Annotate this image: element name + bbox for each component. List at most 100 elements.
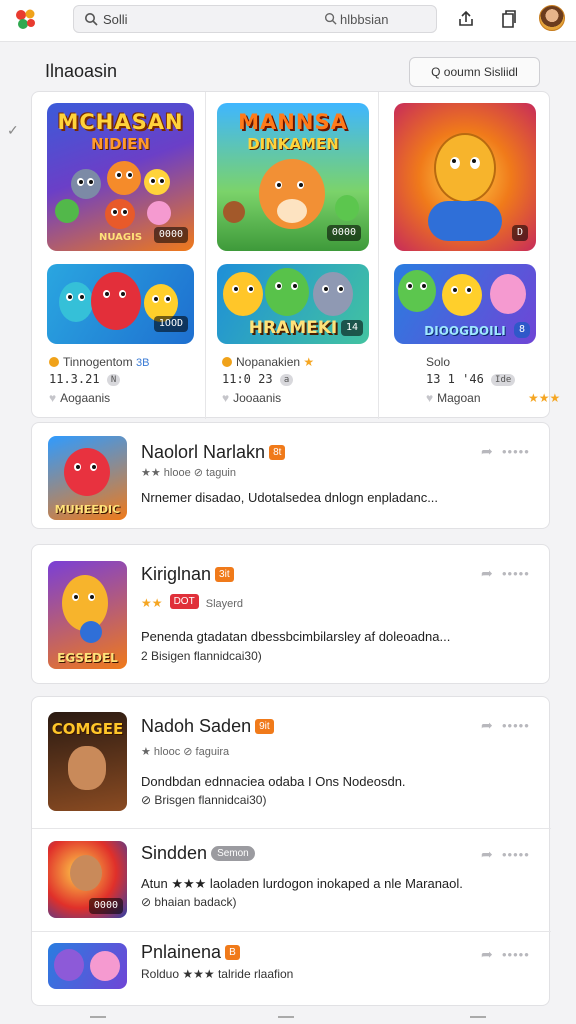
more-dots-icon[interactable]: ••••• [502,718,530,733]
list-item[interactable]: EGSEDEL Kiriglnan 3it ★★ DOT Slayerd Pene… [32,545,551,685]
game-banner[interactable]: DIOOGDOILI 8 [394,264,536,344]
game-banner[interactable]: 1OOD [47,264,194,344]
app-tag: 3it [215,567,234,582]
heart-icon[interactable]: ♥ [222,391,229,405]
icon-label: MUHEEDIC [54,503,121,516]
character-art [91,272,141,330]
character-art [223,201,245,223]
featured-item[interactable]: D DIOOGDOILI 8 Solo 13 1 '46 Ide ♥ Magoan… [378,92,560,419]
character-art [335,195,359,221]
character-art [70,855,102,891]
featured-version: 11:0 23 a [222,372,294,386]
featured-item[interactable]: MCHASAN NIDIEN NUAGIS 0000 1OOD Tinnogen… [32,92,205,419]
banner-chip: 1OOD [153,316,188,332]
game-cover[interactable]: MCHASAN NIDIEN NUAGIS 0000 [47,103,194,251]
game-banner[interactable]: HRAMEKI 14 [217,264,369,344]
status-dot [222,357,232,367]
character-art [442,274,482,316]
app-meta: ★★ hlooe ⊘ taguin [141,467,236,479]
app-name: Pnlainena B [141,942,240,963]
header-action-button[interactable]: Q ooumn Sisliidl [409,57,540,87]
more-dots-icon[interactable]: ••••• [502,947,530,962]
rating-stars: ★★ [141,596,163,610]
banner-chip: 14 [340,320,363,336]
game-cover[interactable]: MANNSA DINKAMEN 0000 [217,103,369,251]
app-name: Naolorl Narlakn 8t [141,442,286,463]
list-item[interactable]: 0000 Sindden Semon Atun ★★★ laoladen lurd… [32,829,551,931]
icon-chip: 0000 [88,898,123,914]
app-description: Rolduo ★★★ talride rlaafion [141,967,294,981]
cover-label: NUAGIS [99,232,143,243]
more-dots-icon[interactable]: ••••• [502,847,530,862]
share-arrow-icon[interactable]: ➦ [481,717,493,734]
version-badge: a [279,373,294,386]
character-art [64,448,110,496]
heart-icon[interactable]: ♥ [49,391,56,405]
featured-name: Solo [426,355,451,369]
status-dot [49,357,59,367]
character-art [90,951,120,981]
cover-subtitle: NIDIEN [91,135,150,153]
search-placeholder: hlbbsian [340,12,389,27]
share-arrow-icon[interactable]: ➦ [481,846,493,863]
app-list-card: COMGEE Nadoh Saden 9it ★ hlooc ⊘ faguira … [31,696,551,1007]
character-art [490,274,526,314]
featured-name: Nopanakien ★ [222,355,314,369]
character-art [313,272,353,316]
character-art [434,133,496,203]
avatar[interactable] [539,5,565,31]
app-tag: B [225,945,240,960]
app-tag: 9it [255,719,274,734]
app-list-card: MUHEEDIC Naolorl Narlakn 8t ★★ hlooe ⊘ ta… [31,422,550,529]
heart-icon[interactable]: ♥ [426,391,433,405]
character-art [144,169,170,195]
featured-version: 13 1 '46 Ide [426,372,516,386]
character-art [259,159,325,229]
list-item[interactable]: Pnlainena B Rolduo ★★★ talride rlaafion ➦… [32,932,551,1007]
app-icon[interactable]: EGSEDEL [48,561,127,669]
share-icon[interactable] [456,9,476,29]
share-arrow-icon[interactable]: ➦ [481,443,493,460]
featured-badge: 3B [135,357,150,369]
app-name: Sindden Semon [141,843,255,864]
app-icon[interactable]: MUHEEDIC [48,436,127,520]
app-tag: Semon [211,846,255,861]
cover-subtitle: DINKAMEN [247,135,339,153]
character-art [68,746,106,790]
character-art [223,272,263,316]
app-logo-icon[interactable] [14,8,38,30]
bottom-nav-home[interactable] [90,1016,106,1024]
share-arrow-icon[interactable]: ➦ [481,946,493,963]
more-dots-icon[interactable]: ••••• [502,566,530,581]
app-meta: ★★ DOT Slayerd [141,594,244,610]
app-description-secondary: ⊘ bhaian badack) [141,895,237,909]
app-description: Nrnemer disadao, Udotalsedea dnlogn enpl… [141,490,439,505]
app-description: Penenda gtadatan dbessbcimbilarsley af d… [141,629,451,644]
app-sub-tag: DOT [169,594,199,609]
character-art [107,161,141,195]
game-cover[interactable]: D [394,103,536,251]
featured-sub: ♥ Aogaanis [49,391,111,405]
copy-icon[interactable] [500,9,518,29]
search-bar[interactable]: Solli hlbbsian [73,5,437,33]
featured-version: 11.3.21 N [49,372,121,386]
character-art [428,201,502,241]
bottom-nav-profile[interactable] [470,1016,486,1024]
more-dots-icon[interactable]: ••••• [502,444,530,459]
bottom-nav-library[interactable] [278,1016,294,1024]
app-icon[interactable] [48,943,127,989]
list-item[interactable]: COMGEE Nadoh Saden 9it ★ hlooc ⊘ faguira … [32,697,551,827]
banner-chip: 8 [513,322,530,338]
list-item[interactable]: MUHEEDIC Naolorl Narlakn 8t ★★ hlooe ⊘ ta… [32,423,551,530]
app-name: Nadoh Saden 9it [141,716,274,737]
app-name: Kiriglnan 3it [141,564,234,585]
app-tag: 8t [269,445,286,460]
app-icon[interactable]: COMGEE [48,712,127,811]
featured-item[interactable]: MANNSA DINKAMEN 0000 HRAMEKI 14 Nopanaki… [205,92,378,419]
search-input[interactable]: Solli [103,12,128,27]
app-icon[interactable]: 0000 [48,841,127,918]
chevron-left-icon[interactable]: ✓ [7,122,19,139]
share-arrow-icon[interactable]: ➦ [481,565,493,582]
cover-title: MCHASAN [57,110,184,134]
character-art [59,282,93,322]
